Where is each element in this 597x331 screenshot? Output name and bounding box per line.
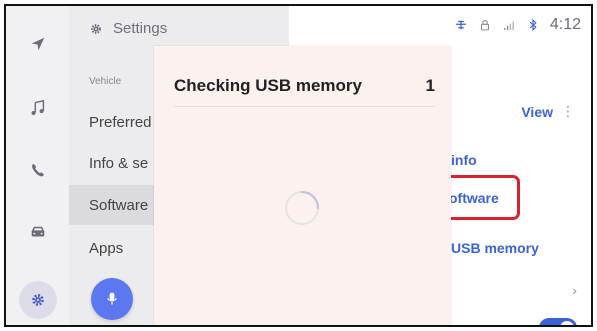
dialog-count: 1 (425, 76, 435, 95)
update-usb-memory-link[interactable]: USB memory (451, 240, 539, 256)
loading-spinner-icon (285, 190, 320, 225)
more-options-icon[interactable]: ⋮ (561, 103, 575, 120)
automatic-updates-toggle[interactable] (539, 318, 577, 325)
car-icon (30, 226, 45, 237)
phone-icon (31, 163, 44, 177)
list-item-label: Info & se (89, 154, 149, 172)
clock: 4:12 (549, 16, 581, 33)
settings-title: Settings (113, 20, 168, 37)
microphone-icon (107, 292, 117, 305)
bluetooth-icon (529, 18, 537, 32)
icon-rail (6, 6, 70, 325)
rail-item-settings[interactable] (6, 280, 69, 320)
gear-icon (31, 294, 44, 306)
rail-item-music[interactable] (6, 88, 69, 128)
music-icon (31, 99, 44, 115)
rail-item-navigation[interactable] (6, 24, 69, 64)
view-button[interactable]: View ⋮ (521, 103, 575, 120)
dialog-title: Checking USB memory (174, 76, 362, 95)
list-item-label: Apps (89, 239, 124, 257)
lock-icon (480, 20, 489, 31)
checking-usb-dialog: Checking USB memory 1 (154, 46, 451, 325)
status-bar: 4:12 (454, 16, 581, 34)
screen: Settings Vehicle Preferred Info & se Sof… (4, 4, 593, 327)
settings-header: Settings (89, 20, 167, 37)
toggle-knob (560, 321, 574, 325)
rail-item-phone[interactable] (6, 150, 69, 190)
chevron-right-icon[interactable]: › (572, 282, 577, 298)
view-label: View (521, 103, 553, 120)
dialog-divider (174, 106, 435, 107)
list-item-label: Preferred (89, 113, 152, 131)
voice-button[interactable] (91, 278, 133, 320)
rail-item-vehicle[interactable] (6, 212, 69, 252)
section-label: Vehicle (89, 76, 122, 87)
satellite-icon (455, 20, 466, 30)
signal-icon (503, 21, 514, 30)
list-item-label: Software (89, 196, 149, 214)
software-info-link[interactable]: info (451, 152, 477, 168)
update-software-link[interactable]: oftware (449, 190, 499, 206)
gear-icon (91, 23, 101, 34)
navigation-icon (31, 37, 44, 51)
active-indicator (18, 281, 57, 319)
